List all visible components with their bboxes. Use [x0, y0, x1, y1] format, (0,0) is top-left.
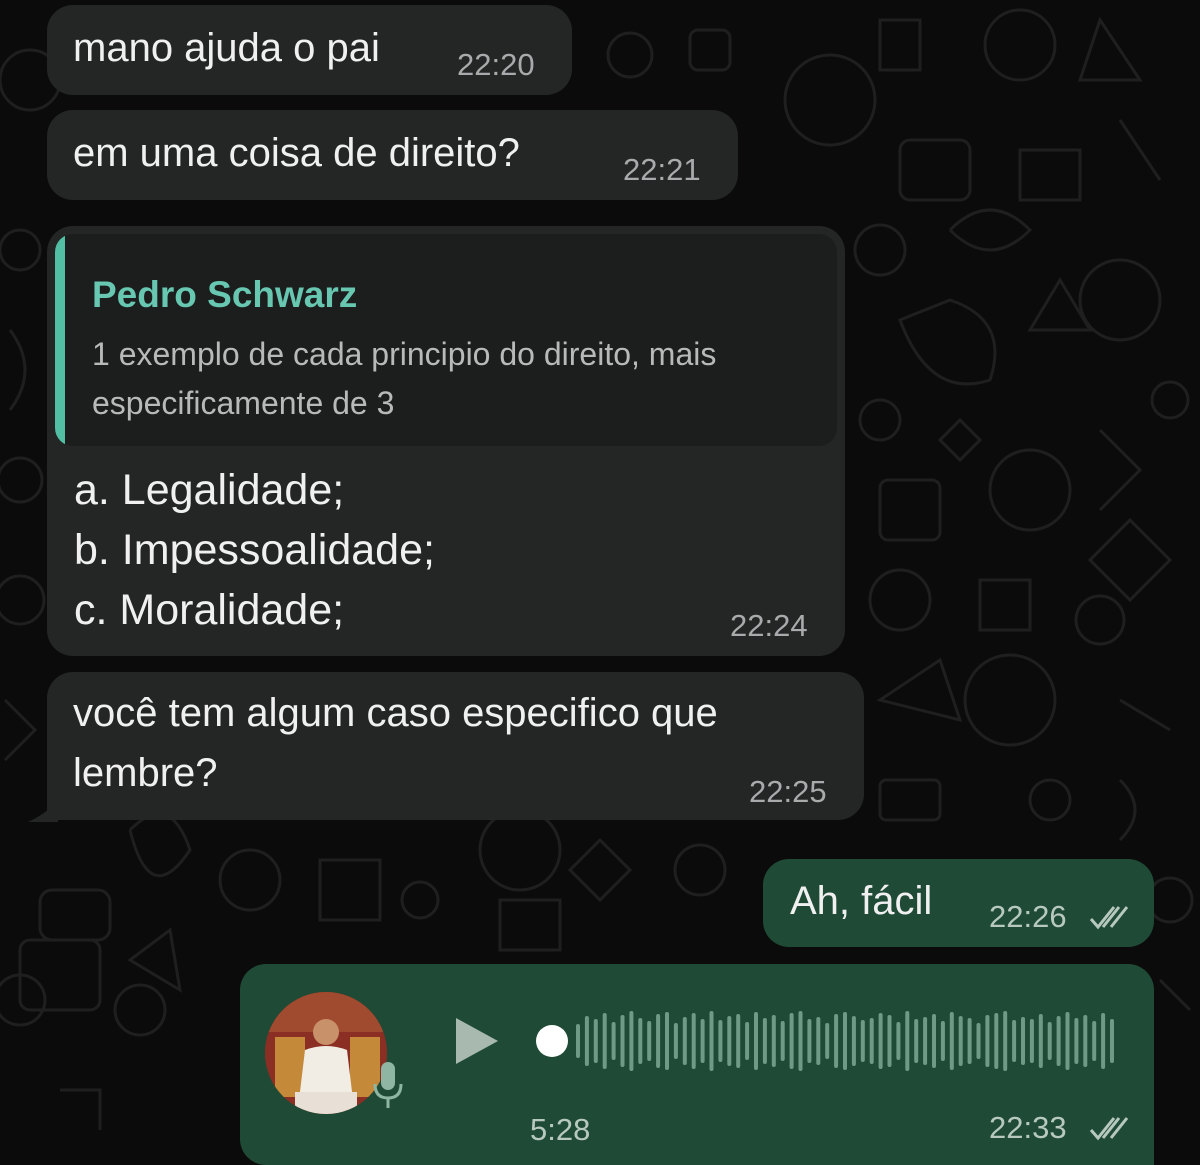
waveform-bar: [1074, 1018, 1079, 1064]
waveform-bar: [745, 1022, 750, 1060]
waveform-bar: [1092, 1021, 1097, 1061]
waveform-bar: [1083, 1015, 1088, 1067]
waveform-bar: [611, 1022, 616, 1060]
waveform-bar: [1056, 1016, 1061, 1066]
waveform-bar: [602, 1013, 607, 1069]
waveform-bar: [958, 1016, 963, 1066]
waveform-bar: [1047, 1022, 1052, 1060]
waveform-bar: [949, 1012, 954, 1070]
waveform-bar: [754, 1012, 758, 1070]
waveform-bar: [576, 1024, 580, 1058]
play-button[interactable]: [452, 1016, 502, 1066]
waveform-bar: [816, 1017, 821, 1065]
waveform-bar: [620, 1015, 625, 1067]
waveform-bar: [860, 1020, 865, 1062]
waveform-bar: [985, 1015, 990, 1067]
message-bubble-incoming[interactable]: você tem algum caso especifico que lembr…: [47, 672, 864, 820]
waveform-bar: [789, 1013, 794, 1069]
double-check-icon: [1089, 906, 1129, 930]
waveform-bar: [914, 1019, 919, 1063]
waveform-bar: [762, 1018, 767, 1064]
waveform-bar: [1021, 1017, 1025, 1065]
waveform-bar: [869, 1018, 874, 1064]
message-text: mano ajuda o pai: [73, 26, 380, 70]
quoted-message[interactable]: Pedro Schwarz 1 exemplo de cada principi…: [55, 234, 837, 446]
waveform-bar: [1029, 1019, 1034, 1063]
avatar[interactable]: [265, 992, 387, 1114]
message-bubble-reply[interactable]: Pedro Schwarz 1 exemplo de cada principi…: [47, 226, 845, 656]
waveform-bar: [807, 1019, 812, 1063]
waveform-bar: [1012, 1020, 1017, 1062]
waveform-bar: [1110, 1019, 1114, 1063]
waveform-bar: [994, 1013, 999, 1069]
waveform-bar: [967, 1018, 972, 1064]
message-time: 22:33: [989, 1110, 1067, 1145]
quote-text: 1 exemplo de cada principio do direito, …: [92, 336, 717, 421]
message-text-line: você tem algum caso especifico que: [73, 691, 718, 735]
waveform-bar: [1065, 1012, 1070, 1070]
waveform-bar: [825, 1023, 830, 1059]
waveform-bar: [932, 1014, 936, 1068]
message-text-line: lembre?: [73, 751, 218, 795]
voice-message-bubble[interactable]: 5:28 22:33: [240, 964, 1154, 1165]
waveform-bar: [923, 1017, 928, 1065]
playback-scrubber[interactable]: [536, 1025, 568, 1057]
waveform-bar: [940, 1021, 945, 1061]
waveform-bar: [736, 1014, 741, 1068]
waveform-bar: [700, 1019, 705, 1063]
waveform-bar: [709, 1011, 714, 1071]
waveform-bar: [638, 1018, 643, 1064]
waveform-bar: [665, 1012, 669, 1070]
waveform-bar: [673, 1023, 678, 1059]
message-bubble-incoming[interactable]: mano ajuda o pai 22:20: [47, 5, 572, 95]
list-item: a. Legalidade;: [74, 466, 345, 514]
bubble-tail: [28, 800, 58, 822]
message-time: 22:20: [457, 47, 535, 82]
waveform-bar: [780, 1021, 785, 1061]
waveform-bar: [905, 1011, 910, 1071]
list-item: c. Moralidade;: [74, 586, 345, 634]
waveform-bar: [976, 1023, 981, 1059]
waveform-bar: [629, 1011, 634, 1071]
message-time: 22:25: [749, 774, 827, 809]
waveform-bar: [887, 1015, 892, 1067]
waveform-bar: [682, 1017, 687, 1065]
quote-accent-bar: [55, 234, 65, 446]
waveform-bar: [593, 1019, 598, 1063]
waveform-bar: [896, 1022, 901, 1060]
waveform-bar: [798, 1011, 803, 1071]
message-text: em uma coisa de direito?: [73, 131, 520, 175]
message-bubble-incoming[interactable]: em uma coisa de direito? 22:21: [47, 110, 738, 200]
list-item: b. Impessoalidade;: [74, 526, 435, 574]
voice-duration: 5:28: [530, 1112, 591, 1147]
waveform-bar: [718, 1020, 723, 1062]
waveform-bar: [647, 1021, 652, 1061]
waveform-bar: [1101, 1013, 1106, 1069]
waveform-bar: [834, 1014, 839, 1068]
voice-waveform[interactable]: [536, 1008, 1116, 1074]
waveform-bar: [878, 1013, 883, 1069]
message-time: 22:26: [989, 899, 1067, 934]
double-check-icon: [1089, 1117, 1129, 1141]
waveform-bar: [691, 1013, 696, 1069]
message-bubble-outgoing[interactable]: Ah, fácil 22:26: [763, 859, 1154, 947]
message-time: 22:21: [623, 152, 701, 187]
quote-author: Pedro Schwarz: [92, 274, 358, 315]
message-text: Ah, fácil: [790, 879, 933, 923]
waveform-bar: [727, 1016, 732, 1066]
waveform-bar: [851, 1016, 856, 1066]
waveform-bar: [656, 1014, 661, 1068]
waveform-bar: [584, 1016, 589, 1066]
waveform-bar: [771, 1015, 776, 1067]
waveform-bar: [843, 1012, 847, 1070]
waveform-bar: [1003, 1011, 1008, 1071]
message-time: 22:24: [730, 608, 808, 643]
waveform-bar: [1038, 1014, 1043, 1068]
microphone-icon: [373, 1062, 403, 1108]
